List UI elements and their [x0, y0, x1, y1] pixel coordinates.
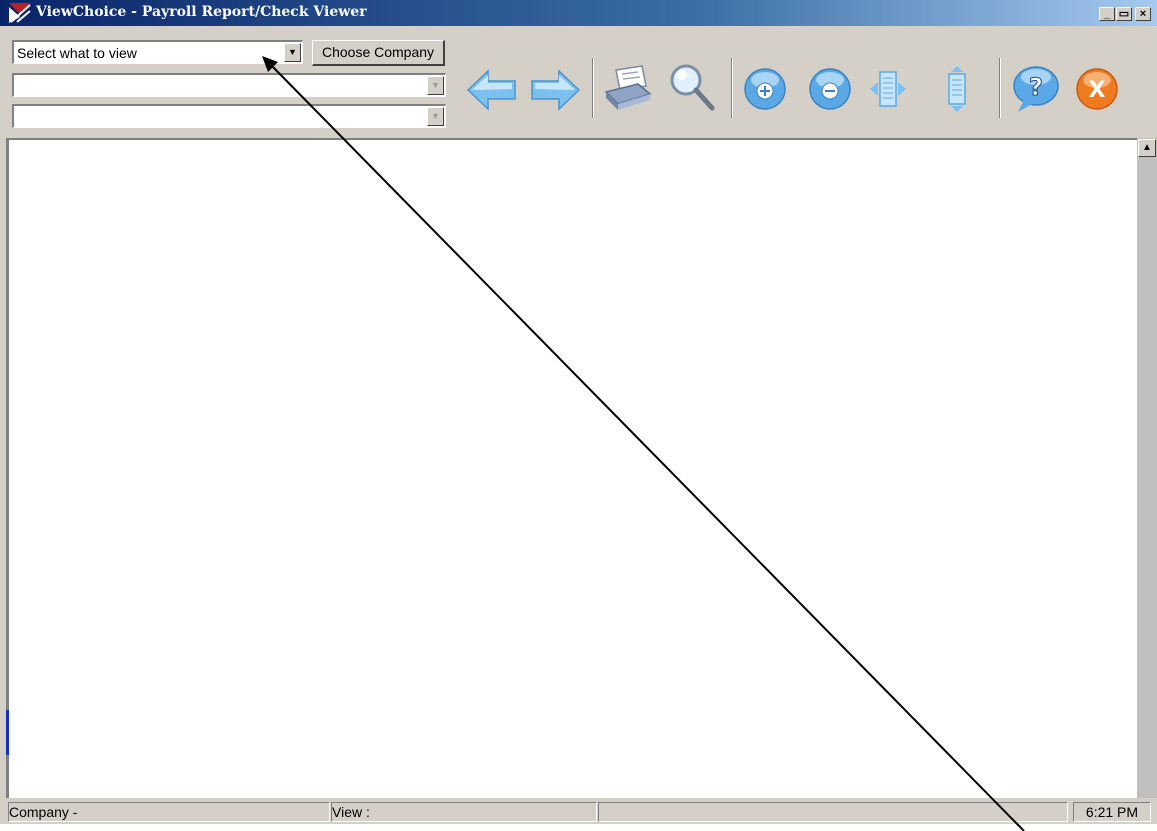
- status-company: Company -: [8, 802, 330, 822]
- svg-text:X: X: [1089, 78, 1106, 103]
- plus-circle-icon: [744, 68, 786, 110]
- fit-page-icon: [948, 66, 966, 112]
- report-viewer-pane[interactable]: [6, 138, 1137, 798]
- scroll-up-icon[interactable]: ▲: [1138, 139, 1156, 157]
- exit-button[interactable]: X: [1074, 66, 1120, 112]
- back-button[interactable]: [466, 68, 518, 112]
- arrow-right-icon: [531, 69, 581, 111]
- title-bar[interactable]: ViewChoice - Payroll Report/Check Viewer…: [0, 0, 1157, 26]
- minus-circle-icon: [809, 68, 851, 110]
- printer-icon: [604, 65, 652, 110]
- close-window-button[interactable]: ×: [1135, 7, 1151, 21]
- chevron-down-icon[interactable]: ▼: [427, 107, 444, 126]
- fit-page-button[interactable]: [937, 64, 977, 114]
- app-logo-icon: [9, 3, 31, 23]
- window-title: ViewChoice - Payroll Report/Check Viewer: [36, 4, 367, 20]
- help-icon: ?: [1013, 66, 1059, 112]
- app-window: ViewChoice - Payroll Report/Check Viewer…: [0, 0, 1157, 824]
- fit-width-button[interactable]: [868, 66, 908, 112]
- search-button[interactable]: [668, 62, 718, 116]
- toolbar-separator: [592, 58, 594, 118]
- viewer-edge-marker: [6, 710, 9, 755]
- status-time: 6:21 PM: [1073, 802, 1151, 822]
- help-button[interactable]: ?: [1010, 64, 1062, 114]
- maximize-button[interactable]: ▭: [1116, 7, 1132, 21]
- status-blank: [598, 802, 1068, 822]
- toolbar-separator: [999, 58, 1001, 118]
- zoom-out-button[interactable]: [807, 66, 853, 112]
- toolbar-separator: [731, 58, 733, 118]
- magnifier-icon: [670, 64, 715, 111]
- minimize-button[interactable]: _: [1099, 7, 1115, 21]
- choose-company-button[interactable]: Choose Company: [312, 40, 445, 66]
- print-button[interactable]: [602, 64, 654, 114]
- view-select-value: Select what to view: [17, 45, 137, 61]
- date-select-combo[interactable]: ▼: [12, 104, 446, 128]
- fit-width-icon: [870, 71, 906, 107]
- exit-icon: X: [1076, 68, 1118, 110]
- view-select-combo[interactable]: Select what to view ▼: [12, 40, 303, 64]
- vertical-scrollbar[interactable]: [1137, 138, 1157, 798]
- arrow-left-icon: [466, 69, 516, 111]
- chevron-down-icon[interactable]: ▼: [284, 43, 301, 62]
- svg-text:?: ?: [1029, 73, 1043, 101]
- status-view: View :: [331, 802, 597, 822]
- zoom-in-button[interactable]: [742, 66, 788, 112]
- forward-button[interactable]: [529, 68, 581, 112]
- report-select-combo[interactable]: ▼: [12, 73, 446, 97]
- chevron-down-icon[interactable]: ▼: [427, 76, 444, 95]
